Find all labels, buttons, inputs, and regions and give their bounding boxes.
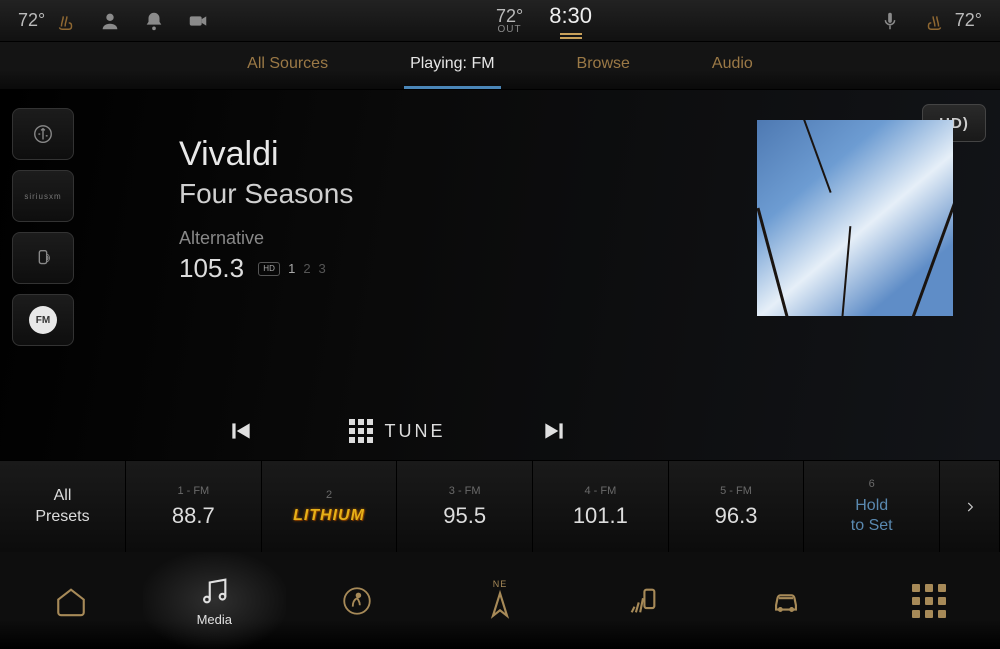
preset-4[interactable]: 4 - FM 101.1 bbox=[533, 461, 669, 552]
status-bar: 72° 72° OUT 8:30 bbox=[0, 0, 1000, 42]
mic-icon[interactable] bbox=[879, 10, 901, 32]
lithium-logo: LITHIUM bbox=[293, 507, 365, 525]
keypad-icon bbox=[349, 419, 373, 443]
track-title: Vivaldi bbox=[179, 135, 710, 174]
station-frequency: 105.3 bbox=[179, 253, 244, 284]
vehicle-icon bbox=[769, 584, 803, 618]
source-fm[interactable]: FM bbox=[12, 294, 74, 346]
music-icon bbox=[197, 574, 231, 608]
transport-controls: TUNE bbox=[84, 418, 710, 444]
nav-phone[interactable] bbox=[571, 552, 714, 649]
preset-5[interactable]: 5 - FM 96.3 bbox=[669, 461, 805, 552]
phone-signal-icon bbox=[626, 584, 660, 618]
outside-temp: 72° OUT bbox=[496, 7, 523, 35]
source-column: siriusxm FM bbox=[0, 90, 84, 460]
preset-6-empty[interactable]: 6 Hold to Set bbox=[804, 461, 940, 552]
preset-1[interactable]: 1 - FM 88.7 bbox=[126, 461, 262, 552]
left-temp[interactable]: 72° bbox=[18, 10, 45, 31]
tab-playing[interactable]: Playing: FM bbox=[404, 42, 500, 89]
seat-heat-left-icon[interactable] bbox=[55, 10, 77, 32]
notification-bell-icon[interactable] bbox=[143, 10, 165, 32]
nav-navigation[interactable]: NE bbox=[429, 552, 572, 649]
home-icon bbox=[54, 584, 88, 618]
source-usb[interactable] bbox=[12, 108, 74, 160]
now-playing-panel: Vivaldi Four Seasons Alternative 105.3 H… bbox=[84, 90, 710, 460]
source-bt-audio[interactable] bbox=[12, 232, 74, 284]
compass-arrow-icon bbox=[483, 589, 517, 623]
nav-comfort[interactable] bbox=[286, 552, 429, 649]
bottom-nav: Media NE bbox=[0, 552, 1000, 649]
profile-icon[interactable] bbox=[99, 10, 121, 32]
all-presets-button[interactable]: All Presets bbox=[0, 461, 126, 552]
nav-home[interactable] bbox=[0, 552, 143, 649]
track-genre: Alternative bbox=[179, 228, 710, 249]
preset-3[interactable]: 3 - FM 95.5 bbox=[397, 461, 533, 552]
tab-all-sources[interactable]: All Sources bbox=[241, 42, 334, 89]
tab-audio[interactable]: Audio bbox=[706, 42, 759, 89]
source-siriusxm[interactable]: siriusxm bbox=[12, 170, 74, 222]
camera-icon[interactable] bbox=[187, 10, 209, 32]
chevron-right-icon bbox=[963, 496, 977, 518]
hd-channel-indicator[interactable]: HD 1 2 3 bbox=[258, 261, 326, 276]
menu-lines-icon bbox=[560, 33, 582, 39]
more-presets-button[interactable] bbox=[940, 461, 1000, 552]
apps-grid-icon bbox=[912, 584, 946, 618]
seek-prev-button[interactable] bbox=[228, 418, 254, 444]
clock[interactable]: 8:30 bbox=[549, 3, 592, 39]
comfort-icon bbox=[340, 584, 374, 618]
hd-mini-icon: HD bbox=[258, 262, 280, 276]
media-tabs: All Sources Playing: FM Browse Audio bbox=[0, 42, 1000, 90]
album-art bbox=[757, 120, 953, 316]
nav-apps[interactable] bbox=[857, 552, 1000, 649]
tune-keypad-button[interactable]: TUNE bbox=[349, 419, 446, 443]
main-content: siriusxm FM Vivaldi Four Seasons Alterna… bbox=[0, 90, 1000, 460]
preset-2[interactable]: 2 LITHIUM bbox=[262, 461, 398, 552]
seat-heat-right-icon[interactable] bbox=[923, 10, 945, 32]
nav-vehicle[interactable] bbox=[714, 552, 857, 649]
preset-strip: All Presets 1 - FM 88.7 2 LITHIUM 3 - FM… bbox=[0, 460, 1000, 552]
right-temp[interactable]: 72° bbox=[955, 10, 982, 31]
artwork-column: HD) bbox=[710, 90, 1000, 460]
track-subtitle: Four Seasons bbox=[179, 178, 710, 210]
seek-next-button[interactable] bbox=[541, 418, 567, 444]
fm-dot-icon: FM bbox=[29, 306, 57, 334]
tab-browse[interactable]: Browse bbox=[571, 42, 636, 89]
nav-media[interactable]: Media bbox=[143, 552, 286, 649]
